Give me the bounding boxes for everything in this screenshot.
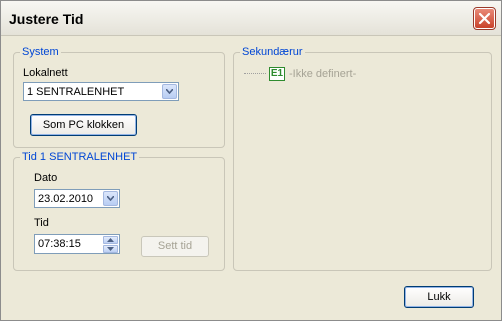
time-spinner[interactable]: 07:38:15 — [34, 234, 120, 254]
tree-item-label: -Ikke definert- — [289, 68, 357, 80]
network-select-value: 1 SENTRALENHET — [27, 86, 125, 98]
unit-badge-icon: E1 — [269, 67, 285, 81]
window-title: Justere Tid — [9, 11, 84, 27]
title-bar[interactable]: Justere Tid — [1, 1, 501, 36]
time-label: Tid — [34, 217, 49, 229]
arrow-up-icon — [107, 238, 114, 242]
spin-arrows-icon[interactable] — [103, 236, 118, 253]
network-select[interactable]: 1 SENTRALENHET — [23, 82, 179, 101]
set-time-button[interactable]: Sett tid — [141, 236, 209, 257]
network-dropdown-button[interactable] — [162, 84, 177, 99]
close-button[interactable]: Lukk — [404, 286, 474, 308]
tree-connector — [244, 73, 266, 74]
spin-down-button[interactable] — [103, 245, 118, 253]
close-x-icon — [478, 12, 491, 25]
date-picker[interactable]: 23.02.2010 — [34, 189, 120, 208]
network-label: Lokalnett — [23, 67, 68, 79]
time-legend: Tid 1 SENTRALENHET — [22, 151, 138, 163]
spin-up-button[interactable] — [103, 236, 118, 244]
chevron-down-icon — [166, 89, 173, 94]
dialog-window: Justere Tid System Lokalnett 1 SENTRALEN… — [0, 0, 502, 321]
system-legend: System — [22, 46, 59, 58]
chevron-down-icon — [107, 196, 114, 201]
close-window-button[interactable] — [473, 7, 496, 30]
arrow-down-icon — [107, 247, 114, 251]
date-label: Dato — [34, 172, 58, 184]
pc-clock-button[interactable]: Som PC klokken — [30, 114, 137, 136]
dialog-body: System Lokalnett 1 SENTRALENHET Som PC k… — [6, 36, 496, 316]
secondary-legend: Sekundærur — [242, 46, 303, 58]
time-value: 07:38:15 — [38, 238, 81, 250]
date-value: 23.02.2010 — [38, 193, 94, 205]
date-dropdown-button[interactable] — [103, 191, 118, 206]
